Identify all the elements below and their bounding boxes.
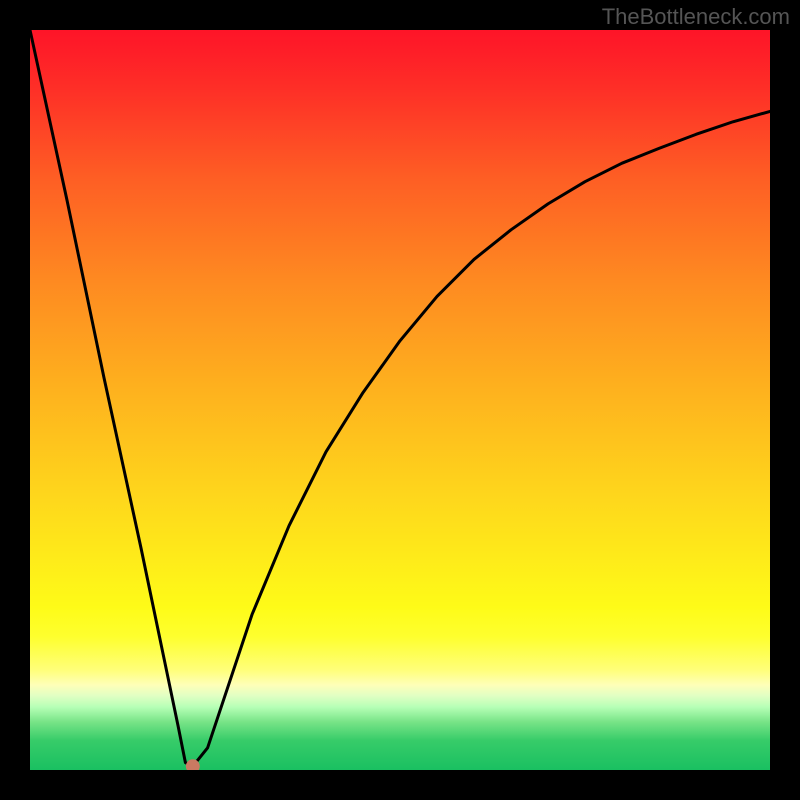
watermark-text: TheBottleneck.com	[602, 4, 790, 30]
chart-container: TheBottleneck.com	[0, 0, 800, 800]
curve-svg	[30, 30, 770, 770]
plot-area	[30, 30, 770, 770]
bottleneck-curve	[30, 30, 770, 766]
